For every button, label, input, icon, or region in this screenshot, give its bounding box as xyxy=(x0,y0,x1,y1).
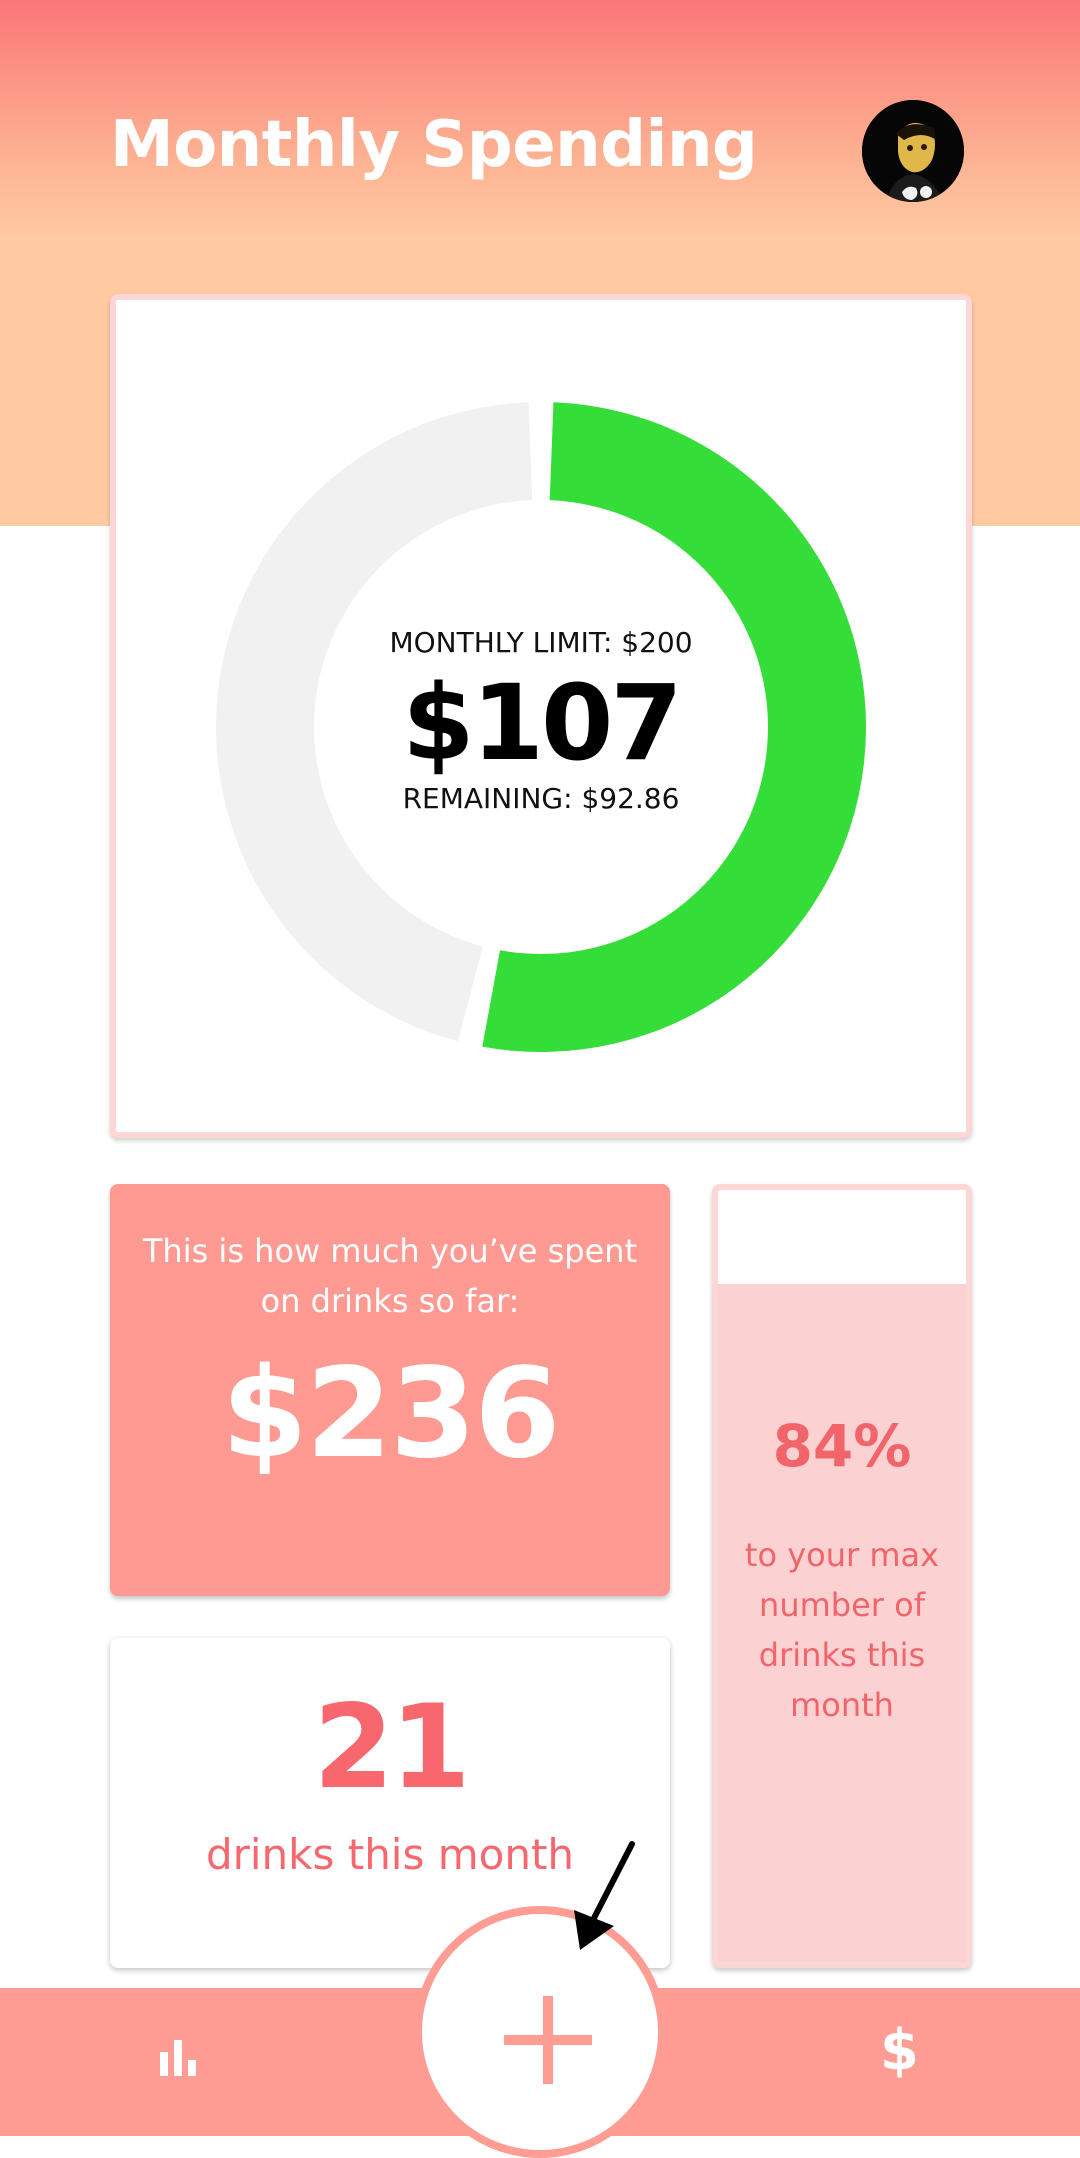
monthly-limit-label: MONTHLY LIMIT: $200 xyxy=(389,626,693,659)
drinks-spending-card: This is how much you’ve spent on drinks … xyxy=(110,1184,670,1596)
progress-empty-area xyxy=(718,1190,966,1284)
plus-icon xyxy=(504,1996,592,2084)
progress-percent: 84% xyxy=(772,1412,912,1480)
spending-description: This is how much you’ve spent on drinks … xyxy=(142,1232,638,1320)
dollar-icon[interactable]: $ xyxy=(880,2018,919,2083)
bar-chart-icon[interactable] xyxy=(160,2040,200,2080)
remaining-label: REMAINING: $92.86 xyxy=(402,782,680,815)
drinks-progress-card: 84% to your max number of drinks this mo… xyxy=(712,1184,972,1968)
budget-donut-card: MONTHLY LIMIT: $200 $107 REMAINING: $92.… xyxy=(110,294,972,1138)
page-title: Monthly Spending xyxy=(110,108,758,182)
user-avatar-icon xyxy=(862,100,964,202)
drinks-spent-amount: $236 xyxy=(221,1342,560,1486)
spent-amount-value: $107 xyxy=(402,662,682,784)
arrow-pointer-icon xyxy=(574,1841,635,1950)
drinks-count-value: 21 xyxy=(313,1680,470,1815)
avatar[interactable] xyxy=(862,100,964,202)
progress-description: to your max number of drinks this month xyxy=(744,1536,940,1724)
